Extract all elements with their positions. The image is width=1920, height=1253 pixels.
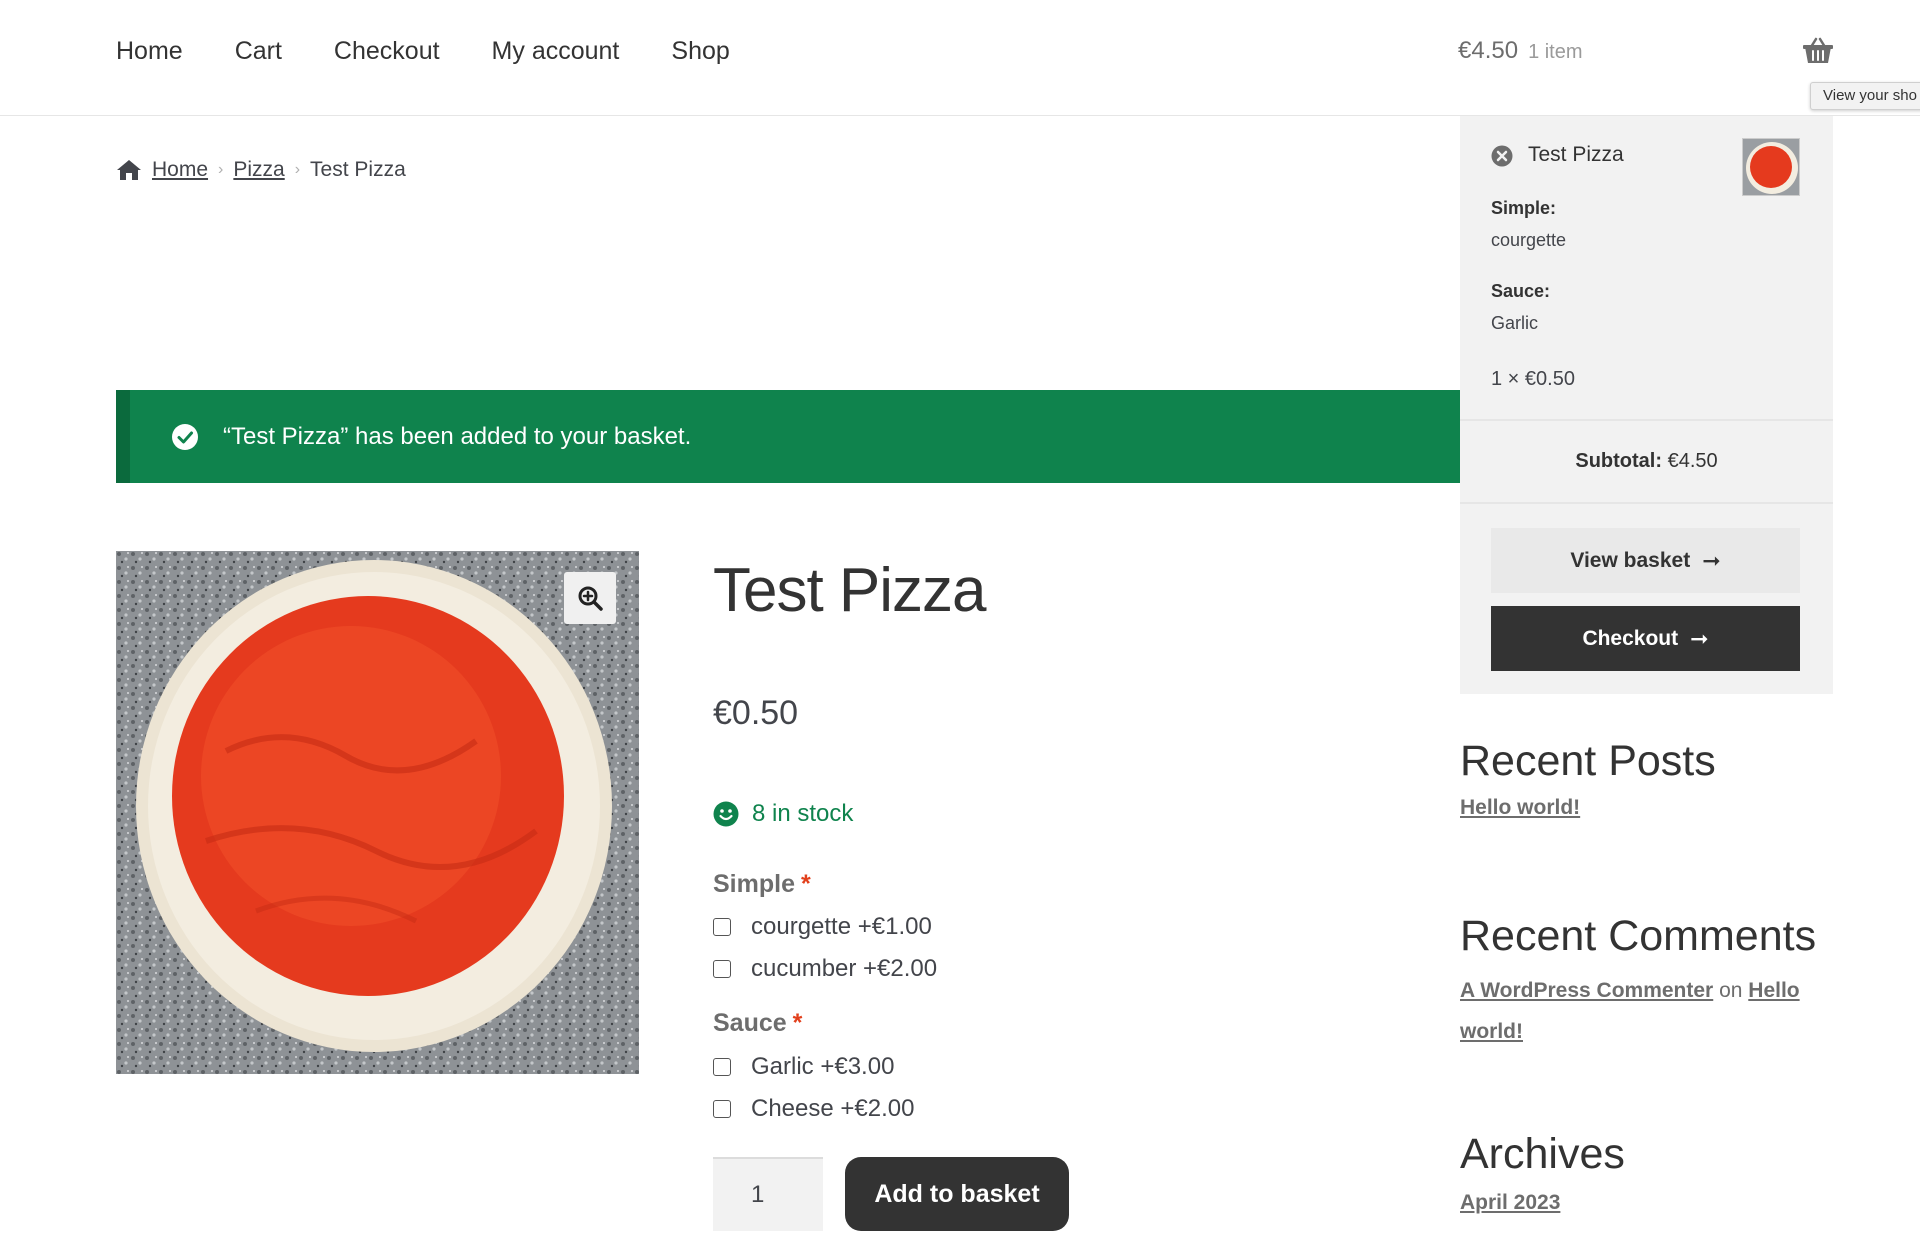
stock-status: 8 in stock [713, 800, 853, 828]
mini-cart-subtotal: Subtotal: €4.50 [1460, 450, 1833, 473]
pizza-image [116, 551, 639, 1074]
option-checkbox[interactable] [713, 960, 731, 978]
comment-on-word: on [1719, 979, 1743, 1002]
option-group-name: Sauce [713, 1009, 787, 1037]
site-header: Home Cart Checkout My account Shop €4.50… [0, 0, 1920, 116]
option-label: Garlic +€3.00 [751, 1053, 895, 1080]
option-label: cucumber +€2.00 [751, 955, 938, 982]
option-checkbox[interactable] [713, 1058, 731, 1076]
mini-cart-item-name[interactable]: Test Pizza [1528, 143, 1624, 167]
breadcrumb-separator: › [218, 161, 224, 178]
archive-link[interactable]: April 2023 [1460, 1191, 1560, 1215]
nav-cart[interactable]: Cart [235, 36, 282, 66]
checkout-label: Checkout [1582, 626, 1679, 650]
product-image[interactable] [116, 551, 639, 1074]
remove-item-icon[interactable] [1491, 145, 1513, 167]
recent-comments-title: Recent Comments [1460, 912, 1817, 960]
option-checkbox[interactable] [713, 918, 731, 936]
required-mark: * [800, 870, 811, 898]
success-notice: “Test Pizza” has been added to your bask… [116, 390, 1461, 483]
mini-cart-meta-label: Sauce: [1491, 281, 1551, 301]
quantity-input[interactable]: 1 [713, 1157, 823, 1231]
commenter-link[interactable]: A WordPress Commenter [1460, 979, 1713, 1002]
breadcrumb-home[interactable]: Home [152, 158, 208, 182]
subtotal-label: Subtotal: [1575, 450, 1663, 472]
view-basket-button[interactable]: View basket ➞ [1491, 528, 1800, 593]
option-group-label-simple: Simple * [713, 870, 811, 899]
basket-tooltip: View your sho [1810, 82, 1920, 110]
nav-my-account[interactable]: My account [492, 36, 620, 66]
header-cart-summary[interactable]: €4.50 1 item [1458, 37, 1583, 65]
stock-text: 8 in stock [752, 800, 854, 827]
option-courgette[interactable]: courgette +€1.00 [713, 913, 932, 941]
option-label: Cheese +€2.00 [751, 1095, 915, 1122]
basket-icon[interactable] [1802, 36, 1834, 66]
nav-shop[interactable]: Shop [671, 36, 729, 66]
zoom-in-icon [578, 586, 603, 611]
mini-cart-meta-value: courgette [1491, 230, 1567, 250]
mini-cart-quantity: 1 × €0.50 [1491, 368, 1575, 390]
option-group-name: Simple [713, 870, 795, 898]
breadcrumb-separator: › [294, 161, 301, 178]
notice-message: “Test Pizza” has been added to your bask… [223, 422, 692, 450]
nav-home[interactable]: Home [116, 36, 183, 66]
header-cart-count: 1 item [1528, 41, 1583, 63]
arrow-right-icon: ➞ [1690, 625, 1709, 651]
option-checkbox[interactable] [713, 1100, 731, 1118]
zoom-button[interactable] [564, 572, 616, 624]
arrow-right-icon: ➞ [1702, 547, 1721, 573]
recent-post-link[interactable]: Hello world! [1460, 796, 1580, 820]
checkout-button[interactable]: Checkout ➞ [1491, 606, 1800, 671]
breadcrumb: Home › Pizza › Test Pizza [116, 158, 406, 182]
check-circle-icon [172, 423, 198, 450]
archives-title: Archives [1460, 1130, 1625, 1178]
primary-nav: Home Cart Checkout My account Shop [116, 36, 782, 66]
option-cucumber[interactable]: cucumber +€2.00 [713, 955, 937, 983]
divider [1460, 419, 1833, 421]
divider [1460, 502, 1833, 504]
required-mark: * [792, 1009, 803, 1037]
breadcrumb-category[interactable]: Pizza [233, 158, 284, 182]
product-title: Test Pizza [713, 556, 987, 625]
mini-cart-item-thumbnail[interactable] [1742, 138, 1800, 196]
view-basket-label: View basket [1570, 548, 1691, 572]
option-cheese[interactable]: Cheese +€2.00 [713, 1095, 914, 1123]
recent-posts-title: Recent Posts [1460, 737, 1716, 785]
header-cart-total: €4.50 [1458, 37, 1519, 64]
home-icon [117, 160, 141, 180]
option-label: courgette +€1.00 [751, 913, 932, 940]
recent-comment: A WordPress Commenter on Hello world! [1460, 970, 1820, 1052]
pizza-thumbnail [1743, 139, 1799, 195]
option-group-label-sauce: Sauce * [713, 1009, 802, 1038]
smiley-icon [713, 801, 739, 827]
mini-cart-meta-value: Garlic [1491, 313, 1539, 333]
product-price: €0.50 [713, 694, 799, 732]
option-garlic[interactable]: Garlic +€3.00 [713, 1053, 894, 1081]
add-to-basket-button[interactable]: Add to basket [845, 1157, 1069, 1231]
breadcrumb-current: Test Pizza [310, 158, 406, 181]
subtotal-value: €4.50 [1667, 450, 1718, 472]
nav-checkout[interactable]: Checkout [334, 36, 440, 66]
mini-cart-meta-label: Simple: [1491, 198, 1557, 218]
